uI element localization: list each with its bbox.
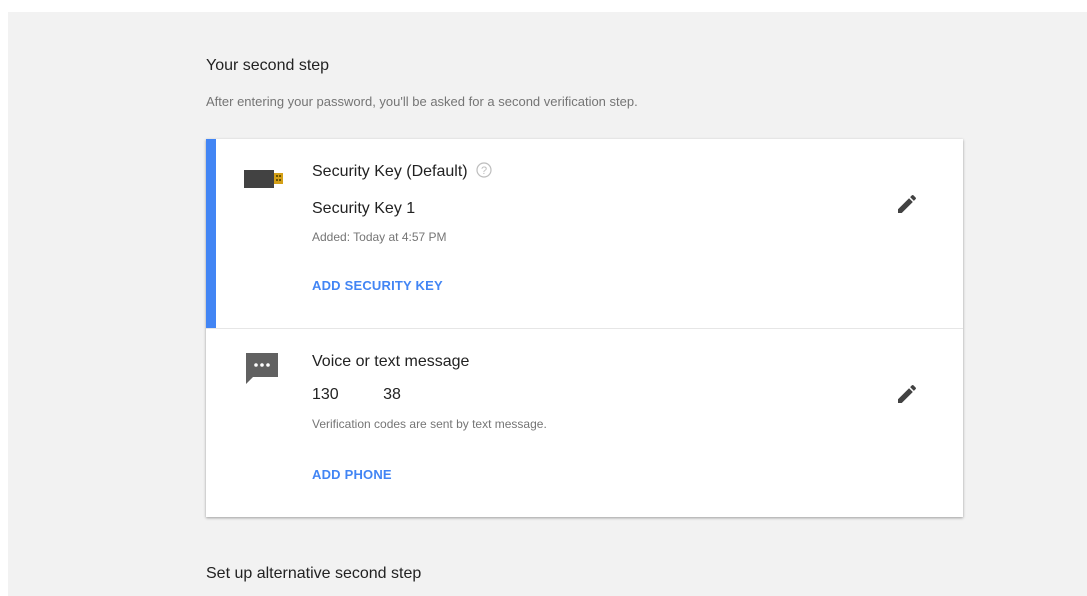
method-note: Added: Today at 4:57 PM — [312, 230, 447, 244]
method-value: Security Key 1 — [312, 200, 416, 217]
section-description: After entering your password, you'll be … — [206, 94, 638, 109]
method-title: Security Key (Default)? — [312, 162, 492, 183]
alternative-step-title: Set up alternative second step — [206, 565, 422, 582]
method-voice-text: Voice or text message 130 38 Verificatio… — [206, 329, 963, 517]
method-title-text: Security Key (Default) — [312, 163, 468, 180]
add-phone-button[interactable]: ADD PHONE — [312, 467, 392, 482]
method-title: Voice or text message — [312, 353, 470, 370]
pencil-icon[interactable] — [895, 382, 919, 406]
pencil-icon[interactable] — [895, 192, 919, 216]
add-security-key-button[interactable]: ADD SECURITY KEY — [312, 278, 443, 293]
second-step-card: Security Key (Default)? Security Key 1 A… — [206, 139, 963, 517]
section-title: Your second step — [206, 57, 330, 74]
message-icon — [244, 351, 280, 392]
usb-key-icon — [244, 168, 284, 193]
phone-number: 130 38 — [312, 386, 401, 403]
help-icon[interactable]: ? — [476, 162, 492, 183]
method-note: Verification codes are sent by text mess… — [312, 417, 547, 431]
default-indicator — [206, 139, 216, 328]
method-security-key: Security Key (Default)? Security Key 1 A… — [206, 139, 963, 329]
svg-text:?: ? — [481, 165, 487, 177]
